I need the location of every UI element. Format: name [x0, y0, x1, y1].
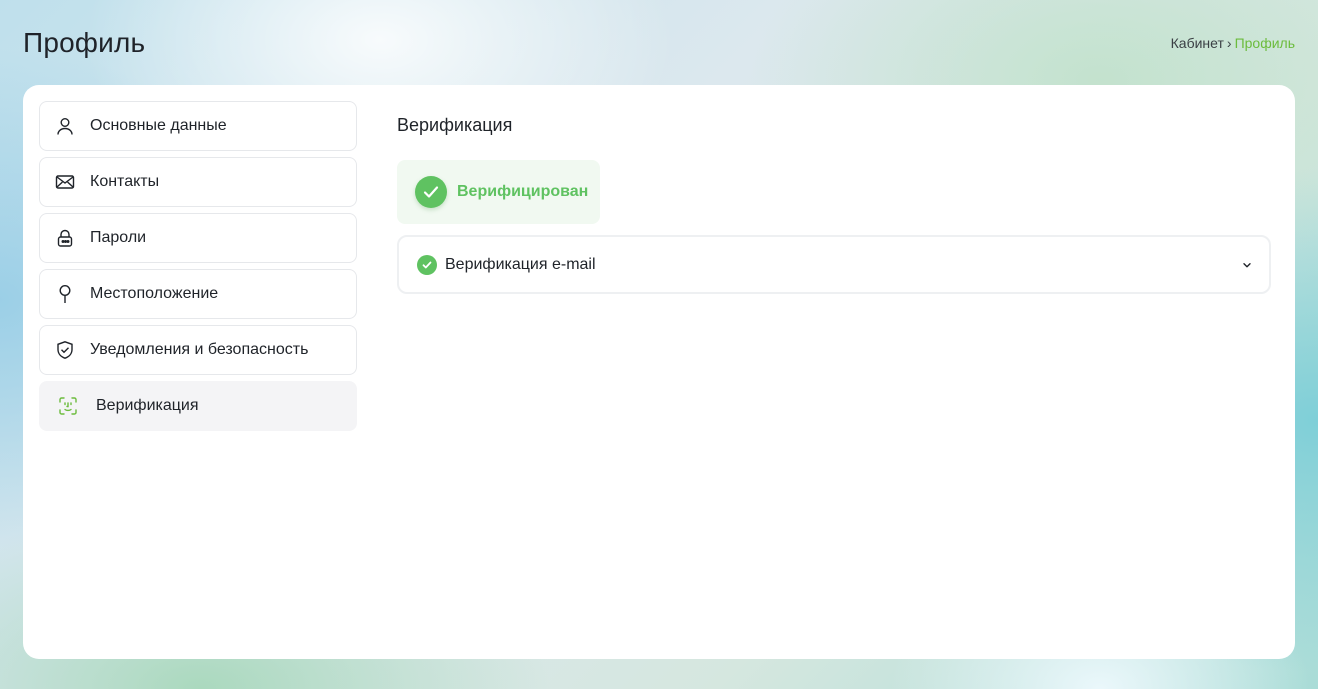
sidebar-item-label: Уведомления и безопасность	[90, 341, 309, 358]
sidebar-item-notifications-security[interactable]: Уведомления и безопасность	[39, 325, 357, 375]
verified-status-text: Верифицирован	[457, 183, 589, 200]
lock-icon	[55, 228, 75, 248]
breadcrumb-separator: ›	[1226, 35, 1232, 51]
check-circle-icon	[415, 176, 447, 208]
sidebar-item-contacts[interactable]: Контакты	[39, 157, 357, 207]
chevron-down-icon[interactable]	[1241, 259, 1253, 271]
sidebar-item-label: Пароли	[90, 229, 147, 246]
verification-section: Верификация Верифицирован Верификация e-…	[397, 101, 1271, 294]
profile-card: Основные данные Контакты Пароли Местопол…	[23, 85, 1295, 659]
sidebar-item-verification[interactable]: Верификация	[39, 381, 357, 431]
envelope-icon	[55, 172, 75, 192]
section-title: Верификация	[397, 115, 513, 135]
sidebar-item-label: Верификация	[96, 397, 199, 414]
accordion-label: Верификация e-mail	[445, 255, 596, 273]
shield-check-icon	[55, 340, 75, 360]
sidebar-item-basic-data[interactable]: Основные данные	[39, 101, 357, 151]
face-scan-icon	[58, 396, 78, 416]
sidebar-item-passwords[interactable]: Пароли	[39, 213, 357, 263]
sidebar-item-location[interactable]: Местоположение	[39, 269, 357, 319]
map-pin-icon	[55, 284, 75, 304]
breadcrumb: Кабинет › Профиль	[1171, 35, 1295, 51]
profile-sidebar: Основные данные Контакты Пароли Местопол…	[39, 101, 357, 431]
breadcrumb-current: Профиль	[1234, 35, 1295, 51]
sidebar-item-label: Основные данные	[90, 117, 227, 134]
email-verification-accordion[interactable]: Верификация e-mail	[397, 235, 1271, 294]
page-title: Профиль	[23, 27, 146, 58]
sidebar-item-label: Местоположение	[90, 285, 219, 302]
check-circle-icon	[417, 254, 437, 275]
user-icon	[55, 116, 75, 136]
breadcrumb-root-link[interactable]: Кабинет	[1171, 35, 1224, 51]
verified-status-badge: Верифицирован	[397, 160, 600, 224]
sidebar-item-label: Контакты	[90, 173, 160, 190]
